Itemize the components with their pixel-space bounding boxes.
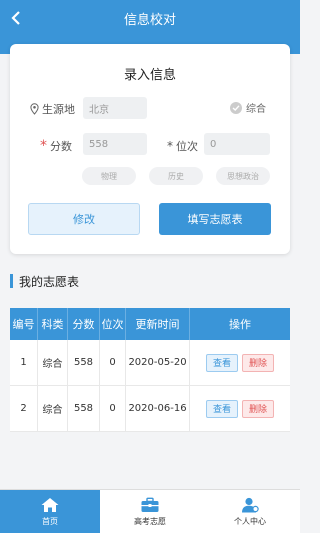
section-title: 我的志愿表: [19, 274, 80, 289]
table-row: 2 综合 558 0 2020-06-16 查看 删除: [10, 386, 290, 432]
cell-id: 1: [10, 340, 38, 385]
table-row: 1 综合 558 0 2020-05-20 查看 删除: [10, 340, 290, 386]
type-radio[interactable]: 综合: [230, 100, 266, 115]
cell-rank: 0: [100, 340, 126, 385]
check-circle-icon: [230, 101, 242, 114]
edit-button[interactable]: 修改: [28, 203, 140, 235]
column-header: 操作: [229, 318, 251, 331]
origin-label-group: 生源地: [30, 101, 75, 117]
view-button[interactable]: 查看: [206, 399, 238, 418]
required-mark: *: [167, 139, 173, 153]
cell-type: 综合: [38, 340, 68, 385]
cell-rank: 0: [100, 386, 126, 431]
cell-score: 558: [68, 340, 100, 385]
subject-chip-physics[interactable]: 物理: [82, 167, 136, 185]
delete-button[interactable]: 删除: [242, 399, 274, 418]
rank-label: 位次: [176, 140, 198, 153]
score-label-group: * 分数: [40, 138, 72, 154]
origin-label: 生源地: [42, 103, 75, 116]
page-title: 信息校对: [123, 13, 176, 28]
view-button[interactable]: 查看: [206, 353, 238, 372]
app-header: 信息校对: [0, 0, 300, 36]
section-accent-bar: [10, 274, 13, 288]
fill-application-button[interactable]: 填写志愿表: [159, 203, 271, 235]
delete-button[interactable]: 删除: [242, 353, 274, 372]
table-header: 编号 科类 分数 位次 更新时间 操作: [10, 308, 290, 340]
home-icon: [41, 497, 59, 512]
cell-updated: 2020-06-16: [126, 386, 190, 431]
subject-chip-politics[interactable]: 思想政治: [216, 167, 270, 185]
briefcase-icon: [141, 497, 159, 512]
column-header: 位次: [100, 308, 126, 340]
cell-id: 2: [10, 386, 38, 431]
cell-actions: 查看 删除: [190, 386, 290, 431]
cell-updated: 2020-05-20: [126, 340, 190, 385]
required-mark: *: [40, 138, 47, 154]
column-header: 分数: [68, 308, 100, 340]
tab-home[interactable]: 首页: [0, 490, 100, 533]
rank-input[interactable]: 0: [204, 133, 270, 155]
cell-actions: 查看 删除: [190, 340, 290, 385]
cell-type: 综合: [38, 386, 68, 431]
score-input[interactable]: 558: [83, 133, 147, 155]
user-icon: [242, 497, 259, 512]
tab-label: 首页: [42, 516, 58, 526]
tab-gaokao[interactable]: 高考志愿: [100, 490, 200, 533]
column-header: 更新时间: [126, 308, 190, 340]
origin-select[interactable]: 北京: [83, 97, 147, 119]
cell-score: 558: [68, 386, 100, 431]
bottom-tab-bar: 首页 高考志愿 个人中心: [0, 489, 300, 533]
tab-label: 个人中心: [234, 516, 266, 526]
column-header: 编号: [10, 308, 38, 340]
score-label: 分数: [50, 140, 72, 153]
column-header: 科类: [38, 308, 68, 340]
type-radio-label: 综合: [246, 104, 266, 115]
section-heading: 我的志愿表: [10, 271, 79, 291]
location-icon: [30, 103, 39, 115]
card-title: 录入信息: [123, 68, 176, 83]
tab-label: 高考志愿: [134, 516, 166, 526]
subject-chip-history[interactable]: 历史: [149, 167, 203, 185]
application-table: 编号 科类 分数 位次 更新时间 操作 1 综合 558 0 2020-05-2…: [10, 308, 290, 432]
rank-label-group: * 位次: [167, 138, 198, 154]
tab-profile[interactable]: 个人中心: [200, 490, 300, 533]
